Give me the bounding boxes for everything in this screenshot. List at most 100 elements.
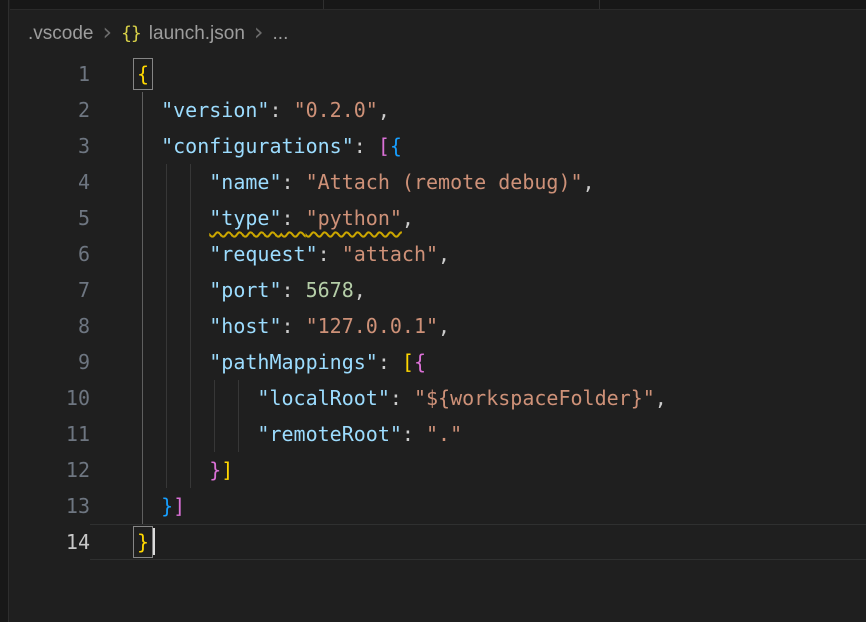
breadcrumb-item-launch-json[interactable]: {}launch.json — [121, 23, 245, 45]
breadcrumb-item--[interactable]: ... — [273, 23, 289, 45]
code-line-1[interactable]: 1{ — [10, 56, 866, 92]
line-number-4[interactable]: 4 — [10, 170, 90, 194]
line-content[interactable]: }] — [137, 452, 866, 488]
code-line-13[interactable]: 13 }] — [10, 488, 866, 524]
code-token: "pathMappings" — [209, 350, 378, 374]
code-area[interactable]: 1{2 "version": "0.2.0",3 "configurations… — [10, 56, 866, 560]
line-number-10[interactable]: 10 — [10, 386, 90, 410]
line-content[interactable]: "pathMappings": [{ — [137, 344, 866, 380]
code-token: "request" — [209, 242, 317, 266]
code-token — [137, 170, 209, 194]
code-token: ] — [173, 494, 185, 518]
code-token: "." — [426, 422, 462, 446]
code-token: : — [282, 314, 306, 338]
code-line-7[interactable]: 7 "port": 5678, — [10, 272, 866, 308]
line-number-7[interactable]: 7 — [10, 278, 90, 302]
line-content[interactable]: "localRoot": "${workspaceFolder}", — [137, 380, 866, 416]
code-token: "attach" — [342, 242, 438, 266]
code-token — [137, 278, 209, 302]
code-token: : — [354, 134, 378, 158]
code-token: : — [282, 278, 306, 302]
code-line-10[interactable]: 10 "localRoot": "${workspaceFolder}", — [10, 380, 866, 416]
code-token: ] — [221, 458, 233, 482]
line-content[interactable]: } — [137, 524, 866, 560]
breadcrumb-item--vscode[interactable]: .vscode — [28, 23, 93, 45]
breadcrumb: .vscode›{}launch.json›... — [10, 11, 866, 56]
line-content[interactable]: { — [137, 56, 866, 92]
code-token: 5678 — [306, 278, 354, 302]
code-token — [137, 350, 209, 374]
line-content[interactable]: }] — [137, 488, 866, 524]
code-line-4[interactable]: 4 "name": "Attach (remote debug)", — [10, 164, 866, 200]
line-number-14[interactable]: 14 — [10, 530, 90, 554]
code-token — [137, 386, 257, 410]
code-token — [137, 494, 161, 518]
code-token: "port" — [209, 278, 281, 302]
line-number-5[interactable]: 5 — [10, 206, 90, 230]
code-token: "0.2.0" — [294, 98, 378, 122]
code-token — [137, 314, 209, 338]
line-content[interactable]: "port": 5678, — [137, 272, 866, 308]
code-token: , — [438, 242, 450, 266]
code-token: } — [209, 458, 221, 482]
code-token: "127.0.0.1" — [306, 314, 438, 338]
code-token: "python" — [306, 206, 402, 230]
code-token: : — [402, 422, 426, 446]
line-number-13[interactable]: 13 — [10, 494, 90, 518]
text-cursor — [153, 528, 155, 555]
code-token: "host" — [209, 314, 281, 338]
code-token — [137, 422, 257, 446]
warning-squiggle: "type": "python" — [209, 206, 402, 230]
code-token: "configurations" — [161, 134, 354, 158]
code-token: : — [378, 350, 402, 374]
code-token — [137, 242, 209, 266]
line-number-2[interactable]: 2 — [10, 98, 90, 122]
tab-separator — [599, 0, 600, 9]
line-content[interactable]: "remoteRoot": "." — [137, 416, 866, 452]
line-number-3[interactable]: 3 — [10, 134, 90, 158]
code-line-3[interactable]: 3 "configurations": [{ — [10, 128, 866, 164]
tab-bar-edge — [10, 0, 866, 10]
code-line-9[interactable]: 9 "pathMappings": [{ — [10, 344, 866, 380]
line-content[interactable]: "version": "0.2.0", — [137, 92, 866, 128]
code-line-14[interactable]: 14} — [10, 524, 866, 560]
sidebar-edge — [0, 0, 9, 622]
code-token: "localRoot" — [257, 386, 389, 410]
code-token: [ — [402, 350, 414, 374]
code-token: : — [318, 242, 342, 266]
chevron-right-icon: › — [245, 22, 273, 46]
line-number-8[interactable]: 8 — [10, 314, 90, 338]
code-line-11[interactable]: 11 "remoteRoot": "." — [10, 416, 866, 452]
line-content[interactable]: "name": "Attach (remote debug)", — [137, 164, 866, 200]
line-content[interactable]: "host": "127.0.0.1", — [137, 308, 866, 344]
code-token: "remoteRoot" — [257, 422, 402, 446]
code-line-12[interactable]: 12 }] — [10, 452, 866, 488]
code-token — [137, 206, 209, 230]
breadcrumb-label: ... — [273, 23, 289, 45]
code-token — [137, 134, 161, 158]
code-token: , — [438, 314, 450, 338]
code-token — [137, 458, 209, 482]
code-token: "type" — [209, 206, 281, 230]
code-token: } — [161, 494, 173, 518]
code-token: "name" — [209, 170, 281, 194]
code-token: : — [282, 170, 306, 194]
code-line-2[interactable]: 2 "version": "0.2.0", — [10, 92, 866, 128]
line-number-12[interactable]: 12 — [10, 458, 90, 482]
line-content[interactable]: "type": "python", — [137, 200, 866, 236]
line-number-1[interactable]: 1 — [10, 62, 90, 86]
code-line-5[interactable]: 5 "type": "python", — [10, 200, 866, 236]
breadcrumb-label: launch.json — [149, 23, 245, 45]
code-token: : — [269, 98, 293, 122]
code-line-8[interactable]: 8 "host": "127.0.0.1", — [10, 308, 866, 344]
code-token: { — [414, 350, 426, 374]
code-token — [137, 98, 161, 122]
line-content[interactable]: "configurations": [{ — [137, 128, 866, 164]
line-content[interactable]: "request": "attach", — [137, 236, 866, 272]
line-number-9[interactable]: 9 — [10, 350, 90, 374]
breadcrumb-label: .vscode — [28, 23, 93, 45]
line-number-11[interactable]: 11 — [10, 422, 90, 446]
code-line-6[interactable]: 6 "request": "attach", — [10, 236, 866, 272]
matched-bracket: { — [137, 62, 149, 86]
line-number-6[interactable]: 6 — [10, 242, 90, 266]
